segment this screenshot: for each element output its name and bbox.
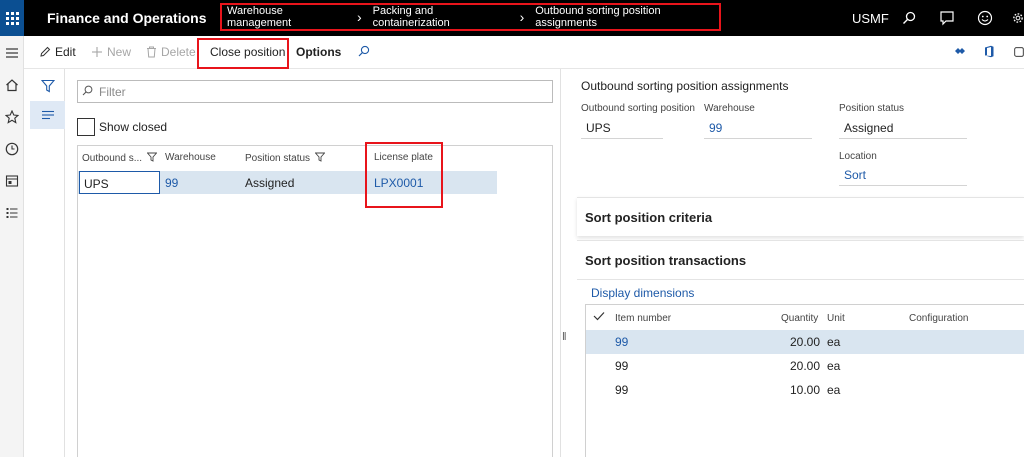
position-cell[interactable]: UPS bbox=[79, 171, 160, 194]
home-icon[interactable] bbox=[3, 76, 21, 94]
breadcrumb-item[interactable]: Outbound sorting position assignments bbox=[535, 5, 719, 29]
details-title: Outbound sorting position assignments bbox=[581, 79, 789, 93]
app-title[interactable]: Finance and Operations bbox=[47, 10, 206, 26]
column-header-label: Position status bbox=[245, 153, 311, 164]
breadcrumb: Warehouse management › Packing and conta… bbox=[220, 3, 721, 31]
workspace-icon[interactable] bbox=[3, 172, 21, 190]
new-button[interactable]: New bbox=[91, 45, 131, 59]
position-field[interactable]: UPS bbox=[581, 117, 663, 139]
filter-icon[interactable] bbox=[146, 152, 158, 165]
filter-pane bbox=[30, 69, 65, 457]
delete-label: Delete bbox=[161, 45, 196, 59]
waffle-icon[interactable] bbox=[0, 0, 24, 36]
list-icon[interactable] bbox=[3, 204, 21, 222]
item-number-cell: 99 bbox=[615, 383, 629, 397]
filter-icon[interactable] bbox=[30, 72, 65, 100]
status-field[interactable]: Assigned bbox=[839, 117, 967, 139]
fasttab-title[interactable]: Sort position transactions bbox=[585, 253, 746, 268]
location-field[interactable]: Sort bbox=[839, 164, 967, 186]
pencil-icon bbox=[39, 46, 51, 58]
delete-button[interactable]: Delete bbox=[146, 45, 196, 59]
highlight-license-plate bbox=[365, 142, 443, 208]
column-header-status[interactable]: Position status bbox=[245, 152, 326, 165]
table-row[interactable]: 99 10.00 ea bbox=[586, 378, 1024, 402]
filter-field bbox=[77, 80, 553, 103]
column-header-configuration[interactable]: Configuration bbox=[909, 313, 968, 324]
smiley-icon[interactable] bbox=[976, 9, 994, 27]
column-header-label: Outbound s... bbox=[82, 153, 143, 164]
splitter[interactable] bbox=[560, 69, 561, 457]
unit-cell: ea bbox=[827, 335, 841, 349]
column-header-position[interactable]: Outbound s... bbox=[82, 152, 158, 165]
filter-icon[interactable] bbox=[314, 152, 326, 165]
chat-icon[interactable] bbox=[938, 9, 956, 27]
location-field-label: Location bbox=[839, 151, 877, 162]
chevron-right-icon: › bbox=[519, 9, 525, 25]
status-cell: Assigned bbox=[245, 176, 295, 190]
chevron-right-icon: › bbox=[356, 9, 362, 25]
unit-cell: ea bbox=[827, 359, 841, 373]
fasttab-title: Sort position criteria bbox=[585, 210, 713, 225]
breadcrumb-item[interactable]: Warehouse management bbox=[227, 5, 346, 29]
company-picker[interactable]: USMF bbox=[852, 11, 889, 26]
navigation-rail bbox=[0, 36, 24, 457]
office-icon[interactable] bbox=[983, 45, 995, 58]
positions-grid: Outbound s... Warehouse Position status … bbox=[77, 145, 553, 457]
edit-button[interactable]: Edit bbox=[39, 45, 76, 59]
unit-cell: ea bbox=[827, 383, 841, 397]
gear-icon[interactable] bbox=[1012, 9, 1024, 27]
select-all-checkmark-icon[interactable] bbox=[593, 311, 605, 324]
position-field-label: Outbound sorting position bbox=[581, 103, 695, 114]
column-header-warehouse[interactable]: Warehouse bbox=[165, 152, 216, 163]
splitter-handle-icon[interactable]: ‖ bbox=[562, 331, 567, 343]
warehouse-field[interactable]: 99 bbox=[704, 117, 812, 139]
divider bbox=[577, 279, 1024, 280]
column-header-unit[interactable]: Unit bbox=[827, 313, 845, 324]
quantity-cell: 10.00 bbox=[790, 383, 821, 397]
new-label: New bbox=[107, 45, 132, 59]
column-header-item-number[interactable]: Item number bbox=[615, 313, 671, 324]
warehouse-field-label: Warehouse bbox=[704, 103, 755, 114]
status-field-label: Position status bbox=[839, 103, 905, 114]
filter-input[interactable] bbox=[99, 84, 539, 99]
item-number-link[interactable]: 99 bbox=[615, 335, 628, 349]
show-closed-label: Show closed bbox=[99, 120, 168, 134]
options-button[interactable]: Options bbox=[296, 45, 341, 59]
display-dimensions-button[interactable]: Display dimensions bbox=[591, 286, 694, 300]
highlight-close-position bbox=[197, 38, 289, 69]
breadcrumb-item[interactable]: Packing and containerization bbox=[373, 5, 509, 29]
star-icon[interactable] bbox=[3, 108, 21, 126]
quantity-cell: 20.00 bbox=[790, 359, 821, 373]
action-pane: Edit New Delete Close position Options bbox=[24, 36, 1024, 69]
quantity-cell: 20.00 bbox=[790, 335, 821, 349]
search-icon[interactable] bbox=[900, 9, 918, 27]
top-nav-bar: Finance and Operations Warehouse managem… bbox=[0, 0, 1024, 36]
item-number-cell: 99 bbox=[615, 359, 629, 373]
edit-label: Edit bbox=[55, 45, 76, 59]
column-header-quantity[interactable]: Quantity bbox=[781, 313, 818, 324]
table-row[interactable]: 99 20.00 ea bbox=[586, 354, 1024, 378]
show-closed-checkbox[interactable] bbox=[77, 118, 95, 136]
clock-icon[interactable] bbox=[3, 140, 21, 158]
table-row[interactable]: 99 20.00 ea bbox=[586, 330, 1024, 354]
plus-icon bbox=[91, 46, 103, 58]
show-closed-toggle[interactable]: Show closed bbox=[77, 118, 167, 136]
diamond-icon[interactable] bbox=[954, 45, 966, 57]
warehouse-link[interactable]: 99 bbox=[165, 176, 178, 190]
fasttab-sort-criteria[interactable]: Sort position criteria bbox=[577, 197, 1024, 236]
search-icon bbox=[82, 85, 93, 99]
hamburger-icon[interactable] bbox=[3, 44, 21, 62]
search-icon[interactable] bbox=[358, 45, 370, 57]
list-view-icon[interactable] bbox=[30, 101, 65, 129]
transactions-grid: Item number Quantity Unit Configuration … bbox=[585, 304, 1024, 457]
panel-icon[interactable] bbox=[1014, 45, 1024, 59]
trash-icon bbox=[146, 46, 157, 58]
